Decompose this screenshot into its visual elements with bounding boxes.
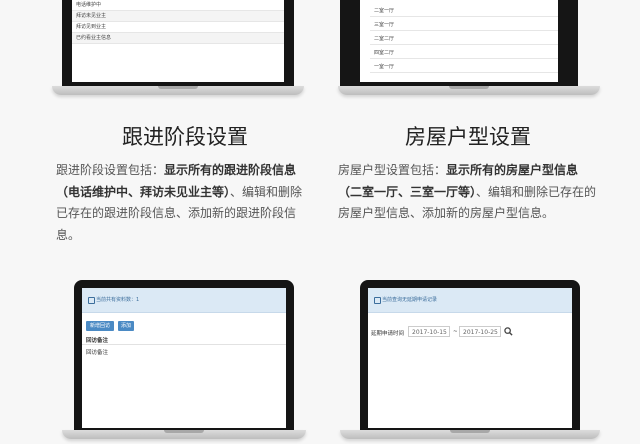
laptop-notch xyxy=(449,86,489,89)
date-from-input[interactable]: 2017-10-15 xyxy=(408,326,450,337)
laptop-base xyxy=(338,86,600,95)
column-header: 回访备注 xyxy=(86,338,109,344)
list-item[interactable]: 已约看业主信息 xyxy=(72,33,284,44)
date-label: 延期申请时间 xyxy=(371,331,405,337)
search-icon[interactable] xyxy=(504,327,513,336)
info-icon xyxy=(374,297,381,304)
section-desc-follow-stages: 跟进阶段设置包括：显示所有的跟进阶段信息（电话维护中、拜访未见业主等）、编辑和删… xyxy=(56,160,312,246)
panel-header-text: 当前共有资料数：1 xyxy=(96,297,140,303)
panel-header: 当前共有资料数：1 xyxy=(82,288,286,313)
section-title-follow-stages: 跟进阶段设置 xyxy=(122,125,248,149)
panel-header: 当前查询无延期申请记录 xyxy=(368,288,572,313)
date-separator: ~ xyxy=(453,329,458,335)
desc-prefix: 跟进阶段设置包括： xyxy=(56,163,165,177)
info-icon xyxy=(88,297,95,304)
list-item[interactable]: 四室二厅 xyxy=(370,48,558,59)
laptop-notch xyxy=(164,430,204,433)
list-item[interactable]: 一室一厅 xyxy=(370,62,558,73)
screen-house-types: 二室一厅 三室一厅 二室二厅 四室二厅 一室一厅 xyxy=(360,0,558,82)
list-item[interactable]: 拜访未见业主 xyxy=(72,11,284,22)
laptop-base xyxy=(340,430,600,439)
screen-follow-notes: 当前共有资料数：1 新增回访 添加 回访备注 回访备注 xyxy=(82,288,286,428)
list-item[interactable]: 三室一厅 xyxy=(370,20,558,31)
laptop-notch xyxy=(450,430,490,433)
list-item[interactable]: 电话维护中 xyxy=(72,0,284,11)
section-title-house-types: 房屋户型设置 xyxy=(405,125,531,149)
laptop-notch xyxy=(158,86,198,89)
divider xyxy=(82,344,286,345)
list-item[interactable]: 拜访见到业主 xyxy=(72,22,284,33)
laptop-base xyxy=(52,86,304,95)
date-to-input[interactable]: 2017-10-25 xyxy=(459,326,501,337)
section-desc-house-types: 房屋户型设置包括：显示所有的房屋户型信息（二室一厅、三室一厅等）、编辑和删除已存… xyxy=(338,160,600,225)
list-item[interactable]: 二室一厅 xyxy=(370,6,558,17)
panel-header-text: 当前查询无延期申请记录 xyxy=(382,297,438,303)
add-visit-button[interactable]: 新增回访 xyxy=(86,321,114,331)
screen-extension-requests: 当前查询无延期申请记录 延期申请时间 2017-10-15 ~ 2017-10-… xyxy=(368,288,572,428)
laptop-base xyxy=(62,430,306,439)
desc-prefix: 房屋户型设置包括： xyxy=(338,163,447,177)
screen-follow-stages: 电话维护中 拜访未见业主 拜访见到业主 已约看业主信息 xyxy=(72,0,284,82)
add-button[interactable]: 添加 xyxy=(118,321,134,331)
list-item[interactable]: 二室二厅 xyxy=(370,34,558,45)
table-row[interactable]: 回访备注 xyxy=(86,348,108,356)
